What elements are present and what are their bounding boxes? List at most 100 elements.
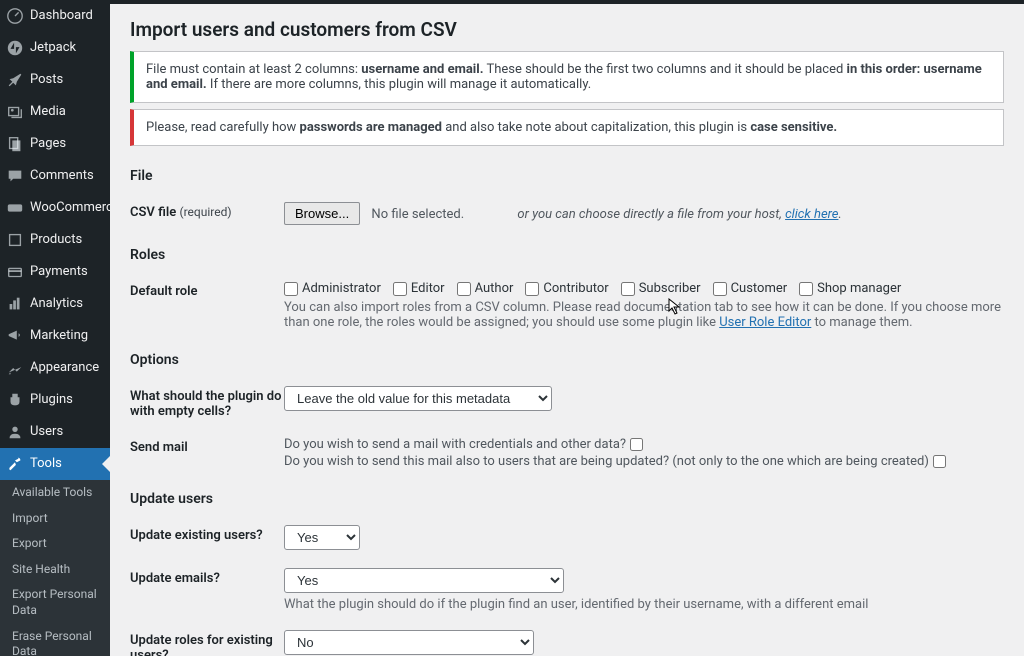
media-icon [6, 103, 24, 121]
desc-text: or you can choose directly a file from y… [517, 207, 785, 222]
row-default-role: Default role Administrator Editor Author… [130, 281, 1004, 330]
row-empty-cells: What should the plugin do with empty cel… [130, 386, 1004, 419]
label-empty-cells: What should the plugin do with empty cel… [130, 386, 284, 419]
checkbox-input[interactable] [393, 282, 407, 296]
submenu-item-site-health[interactable]: Site Health [0, 557, 110, 583]
row-update-existing: Update existing users? Yes [130, 525, 1004, 550]
submenu-item-erase-personal-data[interactable]: Erase Personal Data [0, 624, 110, 656]
row-send-mail: Send mail Do you wish to send a mail wit… [130, 437, 1004, 469]
notice-file-columns: File must contain at least 2 columns: us… [130, 51, 1004, 103]
row-csv-file: CSV file (required) Browse... No file se… [130, 202, 1004, 225]
field-update-existing: Yes [284, 525, 1004, 550]
field-csv-file: Browse... No file selected. or you can c… [284, 202, 1004, 225]
notice-passwords: Please, read carefully how passwords are… [130, 109, 1004, 146]
sidebar-item-analytics[interactable]: Analytics [0, 288, 110, 320]
section-update-users: Update users [130, 491, 1004, 507]
sidebar-item-comments[interactable]: Comments [0, 160, 110, 192]
users-icon [6, 423, 24, 441]
label-required: (required) [179, 205, 231, 219]
label-csv-file: CSV file (required) [130, 202, 284, 220]
payments-icon [6, 263, 24, 281]
sidebar-item-marketing[interactable]: Marketing [0, 320, 110, 352]
select-update-emails[interactable]: Yes [284, 568, 564, 593]
checkbox-input[interactable] [621, 282, 635, 296]
product-icon [6, 231, 24, 249]
click-here-link[interactable]: click here [785, 207, 838, 222]
no-file-text: No file selected. [371, 207, 464, 222]
checkbox-label: Subscriber [639, 281, 701, 296]
sidebar-label: WooCommerce [30, 200, 110, 216]
checkbox-send-mail[interactable] [630, 438, 643, 451]
role-checkbox-contributor[interactable]: Contributor [525, 281, 608, 296]
user-role-editor-link[interactable]: User Role Editor [719, 315, 811, 330]
update-emails-help: What the plugin should do if the plugin … [284, 597, 1004, 612]
label-send-mail: Send mail [130, 437, 284, 455]
sidebar-item-tools[interactable]: Tools [0, 448, 110, 480]
role-checkbox-editor[interactable]: Editor [393, 281, 445, 296]
role-checkbox-subscriber[interactable]: Subscriber [621, 281, 701, 296]
role-checkbox-administrator[interactable]: Administrator [284, 281, 381, 296]
checkbox-label: Contributor [543, 281, 608, 296]
appearance-icon [6, 359, 24, 377]
send-mail-q1-text: Do you wish to send a mail with credenti… [284, 437, 626, 452]
marketing-icon [6, 327, 24, 345]
sidebar-label: Plugins [30, 392, 73, 408]
field-update-roles: No [284, 630, 1004, 655]
checkbox-label: Administrator [302, 281, 381, 296]
sidebar-item-appearance[interactable]: Appearance [0, 352, 110, 384]
role-checkbox-shop-manager[interactable]: Shop manager [799, 281, 901, 296]
checkbox-input[interactable] [799, 282, 813, 296]
sidebar-label: Payments [30, 264, 88, 280]
submenu-item-import[interactable]: Import [0, 506, 110, 532]
section-file: File [130, 168, 1004, 184]
sidebar-item-pages[interactable]: Pages [0, 128, 110, 160]
submenu-item-available-tools[interactable]: Available Tools [0, 480, 110, 506]
section-roles: Roles [130, 247, 1004, 263]
sidebar-label: Media [30, 104, 66, 120]
sidebar-label: Jetpack [30, 40, 76, 56]
sidebar-label: Products [30, 232, 82, 248]
sidebar-item-products[interactable]: Products [0, 224, 110, 256]
checkbox-input[interactable] [713, 282, 727, 296]
select-empty-cells[interactable]: Leave the old value for this metadata [284, 386, 552, 411]
sidebar-label: Appearance [30, 360, 99, 376]
sidebar-label: Pages [30, 136, 66, 152]
sidebar-item-posts[interactable]: Posts [0, 64, 110, 96]
row-update-emails: Update emails? Yes What the plugin shoul… [130, 568, 1004, 612]
sidebar-item-dashboard[interactable]: Dashboard [0, 0, 110, 32]
label-default-role: Default role [130, 281, 284, 299]
checkbox-input[interactable] [525, 282, 539, 296]
sidebar-item-users[interactable]: Users [0, 416, 110, 448]
notice-bold: passwords are managed [300, 120, 442, 135]
select-update-roles[interactable]: No [284, 630, 534, 655]
label-update-roles: Update roles for existing users? [130, 630, 284, 656]
label-text: CSV file [130, 205, 179, 220]
select-update-existing[interactable]: Yes [284, 525, 360, 550]
browse-button[interactable]: Browse... [284, 202, 360, 225]
checkbox-label: Customer [731, 281, 788, 296]
sidebar-item-woocommerce[interactable]: WooCommerce [0, 192, 110, 224]
checkbox-input[interactable] [284, 282, 298, 296]
sidebar-item-plugins[interactable]: Plugins [0, 384, 110, 416]
label-update-existing: Update existing users? [130, 525, 284, 543]
sidebar-item-jetpack[interactable]: Jetpack [0, 32, 110, 64]
sidebar-item-payments[interactable]: Payments [0, 256, 110, 288]
notice-text: If there are more columns, this plugin w… [207, 77, 592, 92]
send-mail-q2-text: Do you wish to send this mail also to us… [284, 454, 929, 469]
role-checkbox-author[interactable]: Author [457, 281, 514, 296]
submenu-item-export[interactable]: Export [0, 531, 110, 557]
admin-sidebar: Dashboard Jetpack Posts Media Pages Comm… [0, 0, 110, 656]
sidebar-item-media[interactable]: Media [0, 96, 110, 128]
role-checkbox-customer[interactable]: Customer [713, 281, 788, 296]
checkbox-send-mail-updated[interactable] [933, 455, 946, 468]
notice-text: and also take note about capitalization,… [442, 120, 750, 135]
field-update-emails: Yes What the plugin should do if the plu… [284, 568, 1004, 612]
submenu-item-export-personal-data[interactable]: Export Personal Data [0, 582, 110, 623]
notice-text: Please, read carefully how [146, 120, 300, 135]
sidebar-submenu-tools: Available Tools Import Export Site Healt… [0, 480, 110, 656]
checkbox-input[interactable] [457, 282, 471, 296]
field-default-role: Administrator Editor Author Contributor … [284, 281, 1004, 330]
sidebar-label: Users [30, 424, 63, 440]
section-options: Options [130, 352, 1004, 368]
row-update-roles: Update roles for existing users? No [130, 630, 1004, 656]
